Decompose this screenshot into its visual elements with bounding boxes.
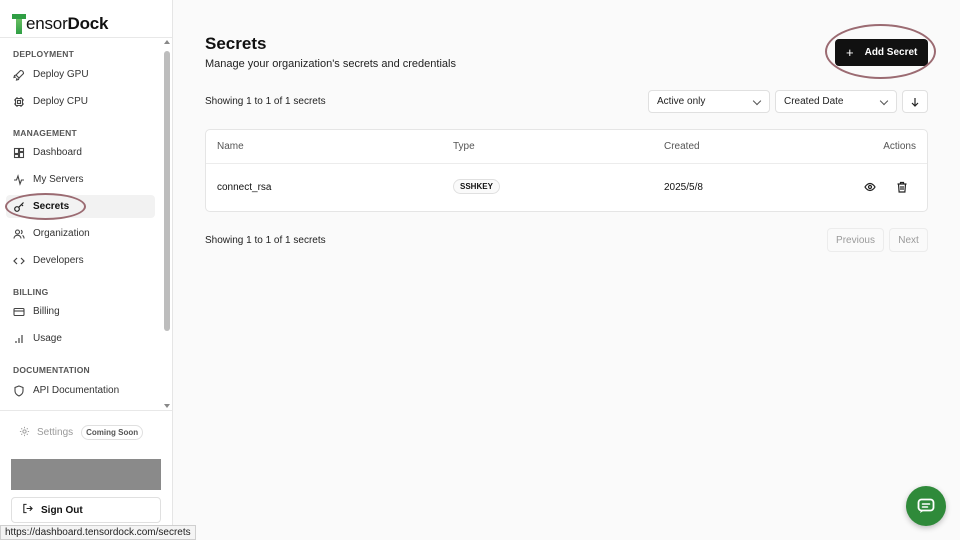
credit-card-icon xyxy=(13,306,25,318)
column-header-created: Created xyxy=(664,141,700,152)
page-title: Secrets xyxy=(205,34,267,53)
sort-direction-button[interactable] xyxy=(902,90,928,113)
sort-field-select[interactable]: Created Date xyxy=(775,90,897,113)
sidebar-item-secrets[interactable]: Secrets xyxy=(6,195,155,218)
chevron-down-icon xyxy=(752,96,762,106)
sidebar-item-label: Dashboard xyxy=(33,147,82,158)
column-header-actions: Actions xyxy=(883,141,916,152)
sidebar-scrollbar[interactable] xyxy=(162,38,172,410)
sidebar-item-label: API Documentation xyxy=(33,385,120,396)
previous-page-button[interactable]: Previous xyxy=(827,228,884,252)
scrollbar-thumb[interactable] xyxy=(164,51,170,331)
trash-icon xyxy=(897,181,907,193)
divider xyxy=(0,410,172,411)
sidebar-item-label: My Servers xyxy=(33,174,84,185)
secret-type-badge: SSHKEY xyxy=(453,179,500,194)
settings-label: Settings xyxy=(37,427,74,438)
sign-out-label: Sign Out xyxy=(41,504,83,516)
eye-icon xyxy=(864,182,876,192)
scroll-down-arrow-icon[interactable] xyxy=(164,404,170,408)
next-page-button[interactable]: Next xyxy=(889,228,928,252)
key-icon xyxy=(13,201,25,213)
sidebar-item-deploy-gpu[interactable]: Deploy GPU xyxy=(6,63,155,86)
section-label-billing: BILLING xyxy=(13,287,49,297)
code-icon xyxy=(13,255,25,267)
sidebar-item-my-servers[interactable]: My Servers xyxy=(6,168,155,191)
sidebar-item-label: Usage xyxy=(33,333,62,344)
logo-text-prefix: ensor xyxy=(26,14,68,33)
sidebar-item-organization[interactable]: Organization xyxy=(6,222,155,245)
sidebar-item-label: Billing xyxy=(33,306,60,317)
plus-icon: + xyxy=(846,44,854,60)
sidebar-item-dashboard[interactable]: Dashboard xyxy=(6,141,155,164)
add-secret-button[interactable]: + Add Secret xyxy=(835,39,928,66)
section-label-deployment: DEPLOYMENT xyxy=(13,49,75,59)
sort-field-value: Created Date xyxy=(784,96,844,107)
results-count-top: Showing 1 to 1 of 1 secrets xyxy=(205,96,326,107)
sidebar-item-billing[interactable]: Billing xyxy=(6,300,155,323)
sidebar-item-settings: Settings Coming Soon xyxy=(19,425,144,440)
sidebar-item-deploy-cpu[interactable]: Deploy CPU xyxy=(6,90,155,113)
chevron-down-icon xyxy=(879,96,889,106)
logo-text-suffix: Dock xyxy=(67,14,109,33)
sidebar-item-developers[interactable]: Developers xyxy=(6,249,155,272)
sidebar: ensorDock DEPLOYMENT Deploy GPU Deploy C… xyxy=(0,0,173,540)
view-secret-button[interactable] xyxy=(863,180,877,194)
scroll-up-arrow-icon[interactable] xyxy=(164,40,170,44)
sidebar-item-usage[interactable]: Usage xyxy=(6,327,155,350)
divider xyxy=(0,37,172,38)
sidebar-item-label: Developers xyxy=(33,255,84,266)
section-label-documentation: DOCUMENTATION xyxy=(13,365,90,375)
status-filter-value: Active only xyxy=(657,96,706,107)
chat-support-button[interactable] xyxy=(906,486,946,526)
secrets-table: Name Type Created Actions connect_rsa SS… xyxy=(205,129,928,212)
sidebar-item-label: Deploy GPU xyxy=(33,69,89,80)
sidebar-item-label: Organization xyxy=(33,228,90,239)
user-profile-block[interactable] xyxy=(11,459,161,490)
section-label-management: MANAGEMENT xyxy=(13,128,77,138)
shield-icon xyxy=(13,384,25,397)
dashboard-grid-icon xyxy=(13,147,25,159)
sign-out-button[interactable]: Sign Out xyxy=(11,497,161,523)
secret-created-cell: 2025/5/8 xyxy=(664,182,703,193)
sidebar-item-label: Secrets xyxy=(33,201,70,212)
tensordock-logo[interactable]: ensorDock xyxy=(12,8,109,34)
status-bar-url: https://dashboard.tensordock.com/secrets xyxy=(0,525,196,540)
bar-chart-icon xyxy=(13,333,25,345)
coming-soon-badge: Coming Soon xyxy=(81,425,144,440)
arrow-down-icon xyxy=(911,97,919,107)
rocket-icon xyxy=(13,69,25,81)
cpu-icon xyxy=(13,96,25,108)
divider xyxy=(206,163,927,164)
page-subtitle: Manage your organization's secrets and c… xyxy=(205,58,456,70)
sidebar-item-label: Deploy CPU xyxy=(33,96,89,107)
column-header-type: Type xyxy=(453,141,475,152)
add-secret-label: Add Secret xyxy=(864,47,918,58)
delete-secret-button[interactable] xyxy=(895,180,909,194)
secret-name-cell: connect_rsa xyxy=(217,182,272,193)
sign-out-icon xyxy=(22,503,33,517)
users-icon xyxy=(13,228,25,240)
gear-icon xyxy=(19,426,30,440)
sidebar-item-api-documentation[interactable]: API Documentation xyxy=(6,379,155,402)
logo-t-mark xyxy=(12,14,26,34)
column-header-name: Name xyxy=(217,141,244,152)
activity-icon xyxy=(13,173,25,186)
status-filter-select[interactable]: Active only xyxy=(648,90,770,113)
results-count-bottom: Showing 1 to 1 of 1 secrets xyxy=(205,235,326,246)
chat-icon xyxy=(917,498,935,513)
